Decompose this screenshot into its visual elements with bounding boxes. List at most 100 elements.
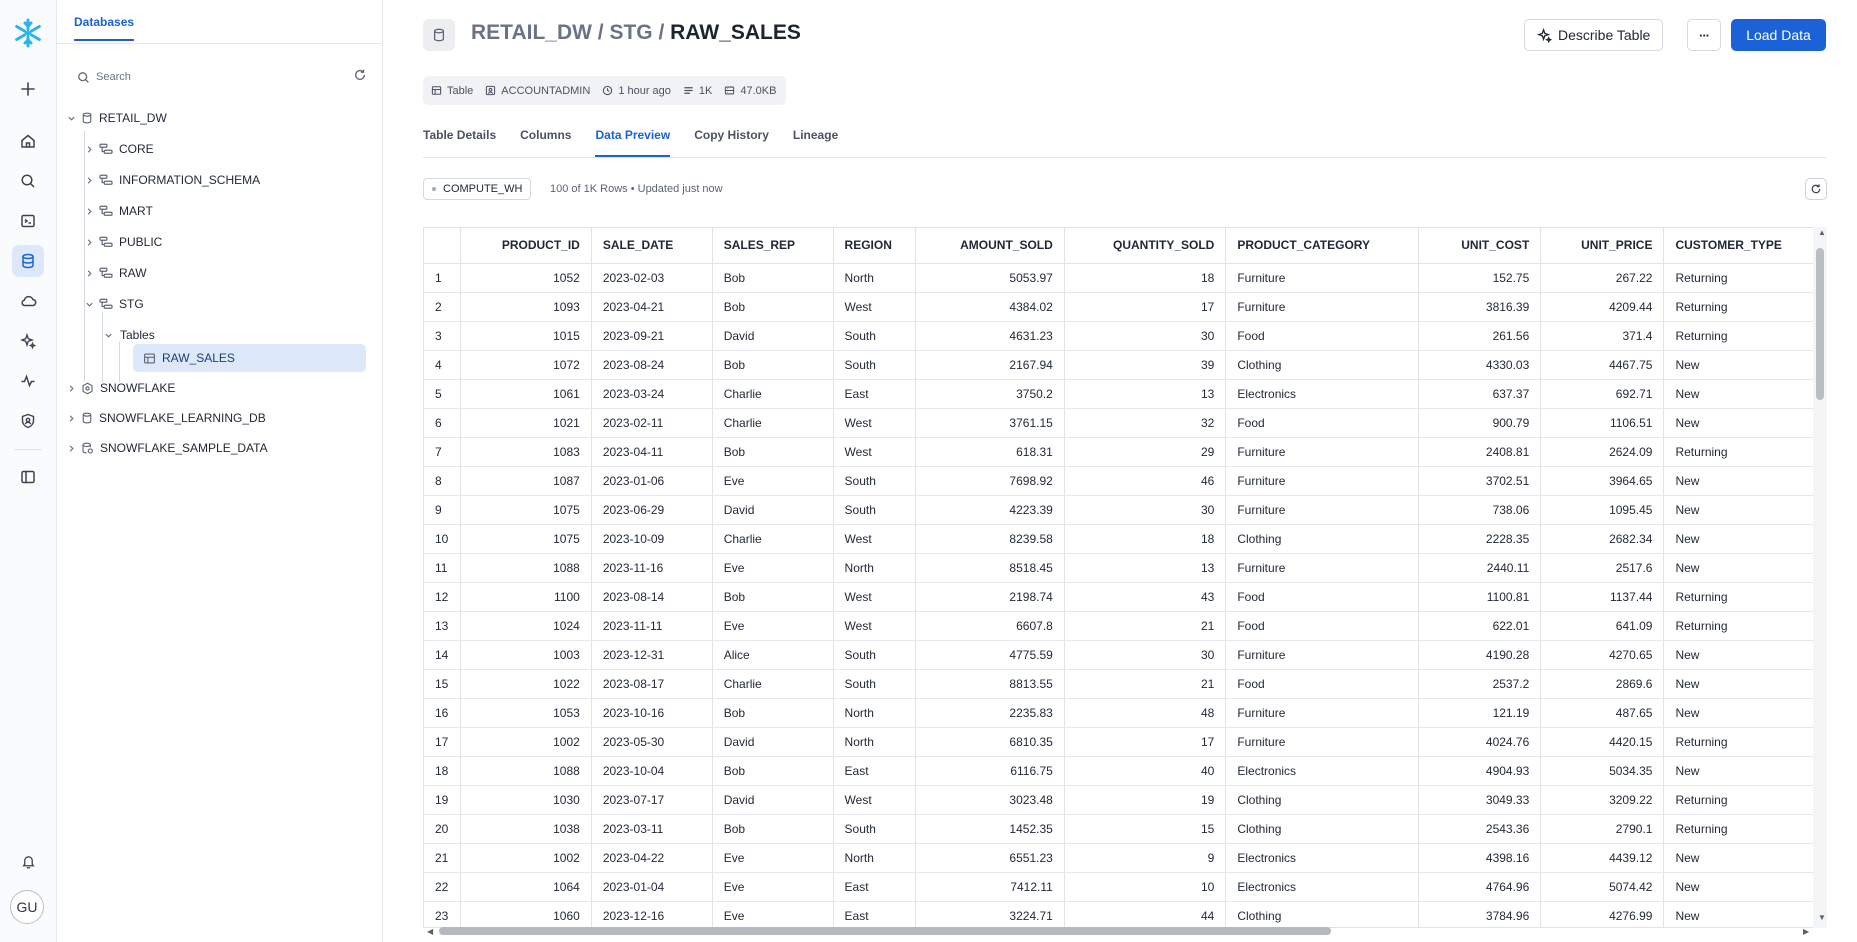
- table-cell[interactable]: 6116.75: [915, 756, 1065, 786]
- table-cell[interactable]: 2023-12-16: [591, 901, 713, 927]
- table-cell[interactable]: South: [833, 640, 917, 670]
- table-cell[interactable]: 261.56: [1418, 321, 1542, 351]
- table-cell[interactable]: Bob: [712, 756, 834, 786]
- table-row[interactable]: 3 1015 2023-09-21 David South 4631.23 30 Food 26…: [424, 321, 1827, 351]
- row-number-cell[interactable]: 17: [424, 727, 461, 757]
- table-cell[interactable]: 13: [1064, 553, 1227, 583]
- row-number-cell[interactable]: 7: [424, 437, 461, 467]
- column-header[interactable]: REGION: [833, 228, 917, 264]
- table-row[interactable]: 10 1075 2023-10-09 Charlie West 8239.58 18 Clot…: [424, 524, 1827, 554]
- tree-item-snowflake-learning-db[interactable]: SNOWFLAKE_LEARNING_DB: [65, 404, 365, 432]
- table-row[interactable]: 6 1021 2023-02-11 Charlie West 3761.15 32 Food 9…: [424, 408, 1827, 438]
- table-cell[interactable]: Furniture: [1225, 292, 1420, 322]
- table-cell[interactable]: 21: [1064, 611, 1227, 641]
- table-cell[interactable]: 1075: [460, 524, 592, 554]
- table-cell[interactable]: South: [833, 669, 917, 699]
- breadcrumb-database[interactable]: RETAIL_DW: [471, 21, 592, 44]
- vertical-scrollbar-thumb[interactable]: [1816, 248, 1824, 400]
- table-cell[interactable]: New: [1663, 901, 1827, 927]
- table-cell[interactable]: 6607.8: [915, 611, 1065, 641]
- table-cell[interactable]: Eve: [712, 466, 834, 496]
- table-cell[interactable]: Eve: [712, 843, 834, 873]
- table-cell[interactable]: 21: [1064, 669, 1227, 699]
- table-row[interactable]: 16 1053 2023-10-16 Bob North 2235.83 48 Furnitu…: [424, 698, 1827, 728]
- table-cell[interactable]: 267.22: [1540, 263, 1665, 293]
- tab-databases[interactable]: Databases: [74, 15, 135, 41]
- table-cell[interactable]: 2023-07-17: [591, 785, 713, 815]
- row-number-cell[interactable]: 9: [424, 495, 461, 525]
- table-cell[interactable]: New: [1663, 379, 1827, 409]
- table-cell[interactable]: 2023-11-11: [591, 611, 713, 641]
- column-header[interactable]: SALE_DATE: [591, 228, 713, 264]
- toggle-sidebar-icon[interactable]: [12, 461, 44, 493]
- table-cell[interactable]: South: [833, 321, 917, 351]
- table-cell[interactable]: 2023-02-11: [591, 408, 713, 438]
- table-cell[interactable]: 32: [1064, 408, 1227, 438]
- table-cell[interactable]: 2023-01-04: [591, 872, 713, 902]
- table-row[interactable]: 19 1030 2023-07-17 David West 3023.48 19 Clothi…: [424, 785, 1827, 815]
- table-cell[interactable]: West: [833, 785, 917, 815]
- table-cell[interactable]: Food: [1225, 669, 1420, 699]
- table-cell[interactable]: North: [833, 263, 917, 293]
- table-cell[interactable]: 7412.11: [915, 872, 1065, 902]
- scroll-right-arrow-icon[interactable]: ▶: [1803, 927, 1809, 936]
- table-cell[interactable]: Furniture: [1225, 640, 1420, 670]
- table-cell[interactable]: 13: [1064, 379, 1227, 409]
- table-cell[interactable]: 1002: [460, 843, 592, 873]
- row-number-cell[interactable]: 6: [424, 408, 461, 438]
- table-cell[interactable]: 4904.93: [1418, 756, 1542, 786]
- table-row[interactable]: 4 1072 2023-08-24 Bob South 2167.94 39 Clothing…: [424, 350, 1827, 380]
- table-cell[interactable]: David: [712, 321, 834, 351]
- tree-item-retail-dw[interactable]: RETAIL_DW: [65, 104, 365, 132]
- search-input[interactable]: [96, 71, 296, 83]
- table-cell[interactable]: 19: [1064, 785, 1227, 815]
- table-cell[interactable]: 371.4: [1540, 321, 1665, 351]
- table-cell[interactable]: Clothing: [1225, 814, 1420, 844]
- table-cell[interactable]: 622.01: [1418, 611, 1542, 641]
- table-cell[interactable]: 8239.58: [915, 524, 1065, 554]
- table-cell[interactable]: New: [1663, 756, 1827, 786]
- table-cell[interactable]: 487.65: [1540, 698, 1665, 728]
- table-cell[interactable]: South: [833, 350, 917, 380]
- table-cell[interactable]: Returning: [1663, 785, 1827, 815]
- table-cell[interactable]: North: [833, 843, 917, 873]
- table-cell[interactable]: West: [833, 437, 917, 467]
- table-cell[interactable]: 30: [1064, 640, 1227, 670]
- tree-item-information-schema[interactable]: INFORMATION_SCHEMA: [83, 166, 365, 194]
- table-cell[interactable]: 2790.1: [1540, 814, 1665, 844]
- table-cell[interactable]: 1088: [460, 756, 592, 786]
- ai-sparkle-icon[interactable]: [12, 325, 44, 357]
- table-cell[interactable]: 2023-10-04: [591, 756, 713, 786]
- table-cell[interactable]: Clothing: [1225, 524, 1420, 554]
- table-cell[interactable]: 40: [1064, 756, 1227, 786]
- row-number-cell[interactable]: 18: [424, 756, 461, 786]
- table-cell[interactable]: Eve: [712, 901, 834, 927]
- table-cell[interactable]: West: [833, 292, 917, 322]
- table-cell[interactable]: Food: [1225, 611, 1420, 641]
- table-cell[interactable]: 1015: [460, 321, 592, 351]
- table-row[interactable]: 14 1003 2023-12-31 Alice South 4775.59 30 Furni…: [424, 640, 1827, 670]
- table-cell[interactable]: 17: [1064, 727, 1227, 757]
- table-cell[interactable]: North: [833, 553, 917, 583]
- table-cell[interactable]: 1088: [460, 553, 592, 583]
- table-row[interactable]: 8 1087 2023-01-06 Eve South 7698.92 46 Furnitur…: [424, 466, 1827, 496]
- table-cell[interactable]: 3816.39: [1418, 292, 1542, 322]
- table-cell[interactable]: Returning: [1663, 727, 1827, 757]
- tree-item-raw[interactable]: RAW: [83, 259, 365, 287]
- table-cell[interactable]: 3750.2: [915, 379, 1065, 409]
- table-cell[interactable]: Furniture: [1225, 495, 1420, 525]
- table-cell[interactable]: 4276.99: [1540, 901, 1665, 927]
- row-number-cell[interactable]: 4: [424, 350, 461, 380]
- table-cell[interactable]: Furniture: [1225, 553, 1420, 583]
- notifications-bell-icon[interactable]: [12, 845, 44, 877]
- table-row[interactable]: 18 1088 2023-10-04 Bob East 6116.75 40 Electron…: [424, 756, 1827, 786]
- table-cell[interactable]: 2023-03-24: [591, 379, 713, 409]
- table-cell[interactable]: Food: [1225, 408, 1420, 438]
- column-header[interactable]: PRODUCT_CATEGORY: [1225, 228, 1420, 264]
- table-cell[interactable]: North: [833, 698, 917, 728]
- plus-icon[interactable]: [12, 73, 44, 105]
- table-cell[interactable]: 2023-08-17: [591, 669, 713, 699]
- table-cell[interactable]: Returning: [1663, 263, 1827, 293]
- table-cell[interactable]: 1024: [460, 611, 592, 641]
- tree-item-raw-sales[interactable]: RAW_SALES: [133, 344, 366, 372]
